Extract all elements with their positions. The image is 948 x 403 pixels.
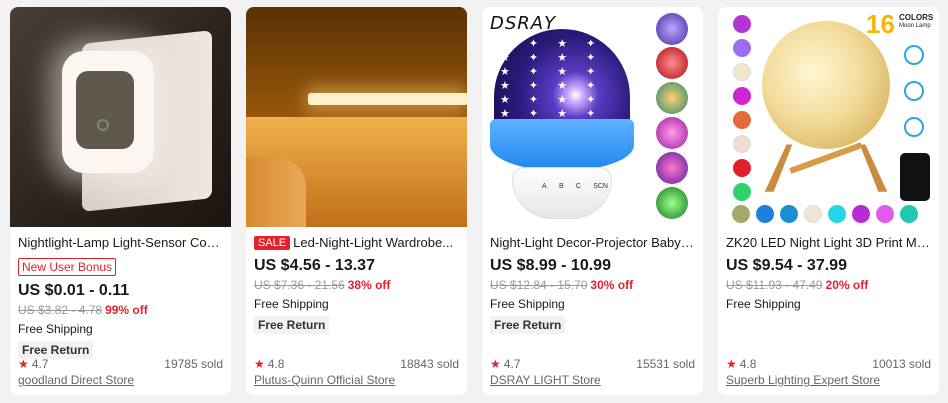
product-card[interactable]: Nightlight-Lamp Light-Sensor Control... … (10, 7, 231, 395)
color-swatch-icon (828, 205, 846, 223)
free-return-badge: Free Return (254, 316, 330, 334)
product-card[interactable]: DSRAY ★ ✦ ★ ✦ ★ ✦ ★ ✦ ★ ✦ ★ ✦ ★ ✦ ★ ✦ ★ … (482, 7, 703, 395)
color-swatch-icon (656, 152, 688, 184)
color-swatch-icon (656, 117, 688, 149)
color-swatch-icon (656, 187, 688, 219)
product-image[interactable] (10, 7, 231, 227)
color-swatch-icon (756, 205, 774, 223)
star-icon: ★ (18, 357, 29, 371)
discount-label: 38% off (347, 278, 391, 292)
sold-count: 19785 sold (164, 357, 223, 371)
store-link[interactable]: Superb Lighting Expert Store (726, 373, 880, 387)
product-title[interactable]: ZK20 LED Night Light 3D Print Moon Lamp.… (726, 235, 931, 251)
product-title[interactable]: Night-Light Decor-Projector Baby-Lamp... (490, 235, 695, 251)
product-price: US $8.99 - 10.99 (490, 257, 611, 274)
star-icon: ★ (490, 357, 501, 371)
store-link[interactable]: goodland Direct Store (18, 373, 134, 387)
star-icon: ★ (254, 357, 265, 371)
store-link[interactable]: DSRAY LIGHT Store (490, 373, 601, 387)
button-c-label: C (575, 183, 581, 190)
free-return-badge: Free Return (490, 316, 566, 334)
product-price: US $9.54 - 37.99 (726, 257, 847, 274)
hanging-item-shape (246, 157, 306, 227)
rating-value: 4.8 (267, 357, 285, 371)
rating-value: 4.7 (31, 357, 49, 371)
color-swatch-icon (656, 47, 688, 79)
color-swatch-icon (733, 15, 751, 33)
moon-lamp-caption: Moon Lamp (899, 23, 931, 29)
product-title-text: Led-Night-Light Wardrobe... (293, 235, 454, 250)
store-link[interactable]: Plutus-Quinn Official Store (254, 373, 395, 387)
original-price: US $7.36 - 21.56 (254, 278, 345, 292)
shipping-label: Free Shipping (254, 297, 329, 311)
original-price: US $12.84 - 15.70 (490, 278, 588, 292)
discount-label: 20% off (825, 278, 869, 292)
button-b-label: B (558, 183, 564, 190)
color-swatch-icon (780, 205, 798, 223)
new-user-bonus-badge: New User Bonus (18, 258, 117, 276)
lamp-face-shape (76, 71, 134, 149)
star-icon: ★ (726, 357, 737, 371)
sensor-icon (97, 119, 109, 131)
color-swatch-icon (733, 135, 751, 153)
moon-shape (762, 21, 890, 149)
product-image[interactable]: 16 COLORS Moon Lamp (718, 7, 939, 227)
color-swatch-icon (733, 183, 751, 201)
remote-control-icon (900, 153, 930, 201)
discount-label: 30% off (590, 278, 634, 292)
sold-count: 18843 sold (400, 357, 459, 371)
button-a-label: A (542, 183, 547, 190)
color-swatch-icon (733, 159, 751, 177)
product-card[interactable]: 16 COLORS Moon Lamp ZK20 LED Night Light… (718, 7, 939, 395)
projector-base-blue (490, 119, 634, 171)
product-title[interactable]: Nightlight-Lamp Light-Sensor Control... (18, 235, 223, 251)
product-price: US $4.56 - 13.37 (254, 257, 375, 274)
color-swatch-icon (656, 13, 688, 45)
led-bar-shape (308, 93, 467, 105)
color-swatch-icon (804, 205, 822, 223)
color-swatch-icon (852, 205, 870, 223)
projector-base-white (512, 167, 612, 219)
product-image[interactable]: DSRAY ★ ✦ ★ ✦ ★ ✦ ★ ✦ ★ ✦ ★ ✦ ★ ✦ ★ ✦ ★ … (482, 7, 703, 227)
color-swatch-icon (732, 205, 750, 223)
color-count: 16 (866, 9, 895, 39)
mode-buttons: A B C SCN (542, 183, 608, 190)
star-pattern: ★ ✦ ★ ✦ ★ ✦ ★ ✦ ★ ✦ ★ ✦ ★ ✦ ★ ✦ ★ ✦ ★ ✦ … (500, 38, 604, 127)
sold-count: 15531 sold (636, 357, 695, 371)
original-price: US $11.93 - 47.49 (726, 278, 823, 292)
button-scn-label: SCN (593, 183, 608, 190)
shipping-label: Free Shipping (490, 297, 565, 311)
rating-value: 4.8 (739, 357, 757, 371)
product-image[interactable] (246, 7, 467, 227)
product-price: US $0.01 - 0.11 (18, 282, 130, 299)
moon-stand-shape (764, 144, 888, 192)
color-swatch-icon (656, 82, 688, 114)
discount-label: 99% off (105, 303, 148, 317)
color-swatch-icon (900, 205, 918, 223)
color-swatch-icon (876, 205, 894, 223)
sold-count: 10013 sold (872, 357, 931, 371)
shipping-label: Free Shipping (726, 297, 801, 311)
shipping-label: Free Shipping (18, 322, 93, 336)
color-swatch-icon (733, 111, 751, 129)
charging-feature-icon (904, 81, 924, 101)
product-card[interactable]: SALE Led-Night-Light Wardrobe... US $4.56… (246, 7, 467, 395)
touch-feature-icon (904, 117, 924, 137)
sale-tag: SALE (254, 236, 291, 250)
remote-control-feature-icon (904, 45, 924, 65)
product-title[interactable]: SALE Led-Night-Light Wardrobe... (254, 235, 459, 251)
color-swatch-icon (733, 87, 751, 105)
color-swatch-icon (733, 39, 751, 57)
rating-value: 4.7 (503, 357, 521, 371)
original-price: US $3.82 - 4.78 (18, 303, 103, 317)
color-swatch-icon (733, 63, 751, 81)
color-caption: COLORS (899, 13, 934, 22)
